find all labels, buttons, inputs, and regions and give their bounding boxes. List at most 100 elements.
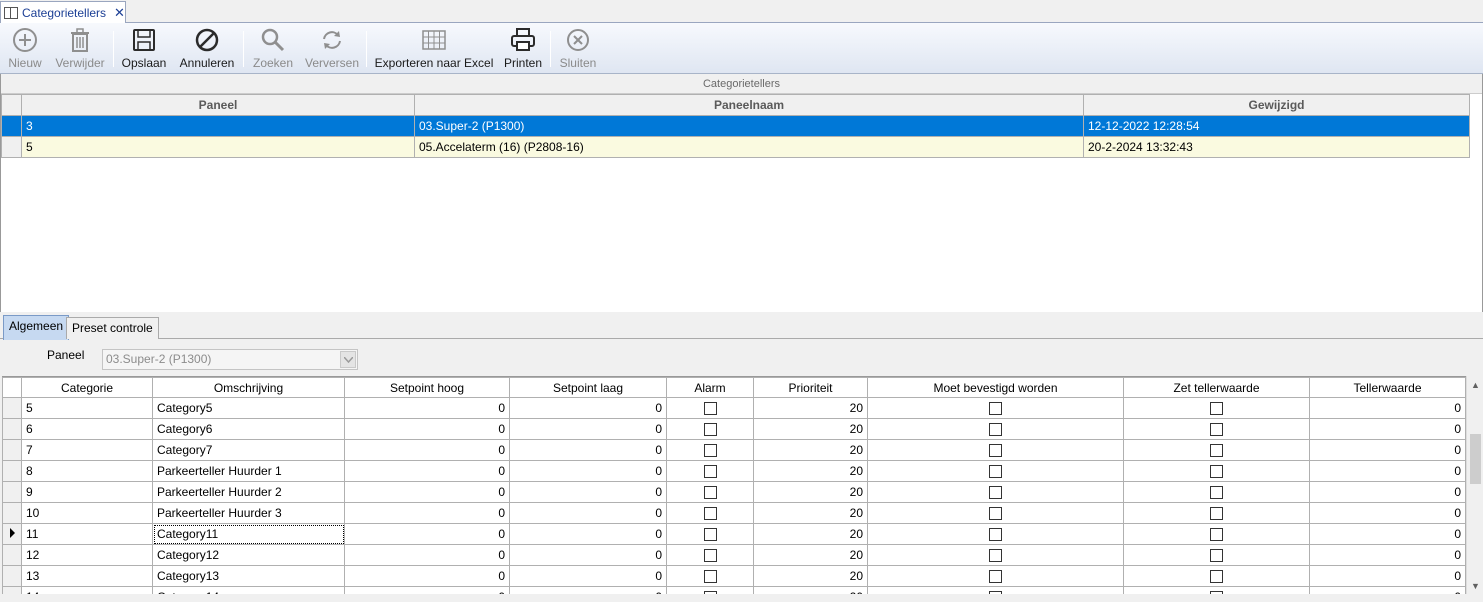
row-selector[interactable] (1, 115, 22, 137)
cell-prioriteit[interactable]: 20 (753, 565, 868, 587)
cell-tellerwaarde[interactable]: 0 (1309, 418, 1466, 440)
cell-categorie[interactable]: 11 (21, 523, 153, 545)
cell-setpoint-hoog[interactable]: 0 (344, 523, 510, 545)
table-row[interactable]: 10 Parkeerteller Huurder 3 0 0 20 0 (2, 502, 1466, 524)
export-excel-button[interactable]: Exporteren naar Excel (375, 23, 493, 74)
row-selector[interactable] (2, 460, 22, 482)
cell-setpoint-laag[interactable]: 0 (509, 397, 667, 419)
cell-gewijzigd[interactable]: 20-2-2024 13:32:43 (1083, 136, 1470, 158)
cell-tellerwaarde[interactable]: 0 (1309, 439, 1466, 461)
scroll-up-icon[interactable]: ▲ (1467, 376, 1483, 393)
paneel-select[interactable]: 03.Super-2 (P1300) (102, 349, 358, 370)
cell-omschrijving[interactable]: Category14 (152, 586, 345, 594)
moet-bevestigd-checkbox[interactable] (989, 528, 1002, 542)
table-row[interactable]: 6 Category6 0 0 20 0 (2, 418, 1466, 440)
row-selector[interactable] (2, 502, 22, 524)
cell-tellerwaarde[interactable]: 0 (1309, 544, 1466, 566)
save-button[interactable]: Opslaan (120, 23, 168, 74)
scroll-thumb[interactable] (1470, 434, 1481, 484)
cell-setpoint-hoog[interactable]: 0 (344, 397, 510, 419)
cell-categorie[interactable]: 13 (21, 565, 153, 587)
row-selector[interactable] (2, 544, 22, 566)
zet-tellerwaarde-checkbox[interactable] (1210, 507, 1223, 521)
cell-setpoint-laag[interactable]: 0 (509, 544, 667, 566)
cancel-button[interactable]: Annuleren (177, 23, 237, 74)
row-selector[interactable] (2, 481, 22, 503)
cell-prioriteit[interactable]: 20 (753, 439, 868, 461)
cell-setpoint-laag[interactable]: 0 (509, 418, 667, 440)
alarm-checkbox[interactable] (703, 402, 717, 416)
table-row[interactable]: 7 Category7 0 0 20 0 (2, 439, 1466, 461)
cell-setpoint-laag[interactable]: 0 (509, 460, 667, 482)
table-row[interactable]: 14Category1400200 (2, 586, 1466, 594)
cell-prioriteit[interactable]: 20 (753, 397, 868, 419)
search-button[interactable]: Zoeken (251, 23, 295, 74)
cell-categorie[interactable]: 7 (21, 439, 153, 461)
cell-setpoint-laag[interactable]: 0 (509, 523, 667, 545)
new-button[interactable]: Nieuw (5, 23, 45, 74)
cell-categorie[interactable]: 14 (21, 586, 153, 594)
column-header-tellerwaarde[interactable]: Tellerwaarde (1309, 377, 1466, 398)
zet-tellerwaarde-checkbox[interactable] (1210, 486, 1223, 500)
cell-tellerwaarde[interactable]: 0 (1309, 481, 1466, 503)
column-header-setpoint-laag[interactable]: Setpoint laag (509, 377, 667, 398)
column-header-paneel[interactable]: Paneel (21, 94, 415, 116)
cell-setpoint-hoog[interactable]: 0 (344, 460, 510, 482)
zet-tellerwaarde-checkbox[interactable] (1210, 465, 1223, 479)
print-button[interactable]: Printen (501, 23, 545, 74)
cell-tellerwaarde[interactable]: 0 (1309, 523, 1466, 545)
row-selector[interactable] (2, 397, 22, 419)
vertical-scrollbar[interactable]: ▲ ▼ (1466, 376, 1483, 594)
tab-preset-controle[interactable]: Preset controle (66, 317, 159, 339)
zet-tellerwaarde-checkbox[interactable] (1210, 528, 1223, 542)
cell-setpoint-laag[interactable]: 0 (509, 565, 667, 587)
cell-setpoint-hoog[interactable]: 0 (344, 502, 510, 524)
column-header-gewijzigd[interactable]: Gewijzigd (1083, 94, 1470, 116)
scroll-down-icon[interactable]: ▼ (1467, 577, 1483, 594)
cell-prioriteit[interactable]: 20 (753, 481, 868, 503)
table-row[interactable]: 5 05.Accelaterm (16) (P2808-16) 20-2-202… (1, 136, 1470, 158)
cell-tellerwaarde[interactable]: 0 (1309, 586, 1466, 594)
table-row[interactable]: 3 03.Super-2 (P1300) 12-12-2022 12:28:54 (1, 115, 1470, 137)
alarm-checkbox[interactable] (703, 570, 717, 584)
cell-setpoint-laag[interactable]: 0 (509, 439, 667, 461)
cell-prioriteit[interactable]: 20 (753, 523, 868, 545)
moet-bevestigd-checkbox[interactable] (989, 507, 1002, 521)
cell-omschrijving[interactable]: Category5 (152, 397, 345, 419)
column-header-omschrijving[interactable]: Omschrijving (152, 377, 345, 398)
column-header-zet-tellerwaarde[interactable]: Zet tellerwaarde (1123, 377, 1310, 398)
cell-setpoint-hoog[interactable]: 0 (344, 586, 510, 594)
column-header-prioriteit[interactable]: Prioriteit (753, 377, 868, 398)
cell-omschrijving[interactable]: Category13 (152, 565, 345, 587)
cell-omschrijving[interactable]: Parkeerteller Huurder 2 (152, 481, 345, 503)
cell-setpoint-hoog[interactable]: 0 (344, 481, 510, 503)
refresh-button[interactable]: Verversen (304, 23, 360, 74)
cell-paneelnaam[interactable]: 05.Accelaterm (16) (P2808-16) (414, 136, 1084, 158)
cell-omschrijving[interactable]: Category11 (152, 523, 345, 545)
moet-bevestigd-checkbox[interactable] (989, 444, 1002, 458)
tab-algemeen[interactable]: Algemeen (3, 315, 70, 340)
column-header-categorie[interactable]: Categorie (21, 377, 153, 398)
cell-setpoint-hoog[interactable]: 0 (344, 544, 510, 566)
cell-omschrijving[interactable]: Category7 (152, 439, 345, 461)
cell-setpoint-hoog[interactable]: 0 (344, 418, 510, 440)
alarm-checkbox[interactable] (703, 549, 717, 563)
alarm-checkbox[interactable] (703, 423, 717, 437)
cell-prioriteit[interactable]: 20 (753, 460, 868, 482)
cell-prioriteit[interactable]: 20 (753, 586, 868, 594)
cell-omschrijving[interactable]: Category6 (152, 418, 345, 440)
cell-setpoint-laag[interactable]: 0 (509, 502, 667, 524)
cell-categorie[interactable]: 5 (21, 397, 153, 419)
zet-tellerwaarde-checkbox[interactable] (1210, 549, 1223, 563)
zet-tellerwaarde-checkbox[interactable] (1210, 423, 1223, 437)
table-row[interactable]: 12 Category12 0 0 20 0 (2, 544, 1466, 566)
zet-tellerwaarde-checkbox[interactable] (1210, 444, 1223, 458)
moet-bevestigd-checkbox[interactable] (989, 549, 1002, 563)
cell-prioriteit[interactable]: 20 (753, 418, 868, 440)
cell-omschrijving[interactable]: Parkeerteller Huurder 1 (152, 460, 345, 482)
table-row[interactable]: 13 Category13 0 0 20 0 (2, 565, 1466, 587)
cell-paneelnaam[interactable]: 03.Super-2 (P1300) (414, 115, 1084, 137)
table-row[interactable]: 11 Category11 0 0 20 0 (2, 523, 1466, 545)
moet-bevestigd-checkbox[interactable] (989, 570, 1002, 584)
cell-prioriteit[interactable]: 20 (753, 544, 868, 566)
